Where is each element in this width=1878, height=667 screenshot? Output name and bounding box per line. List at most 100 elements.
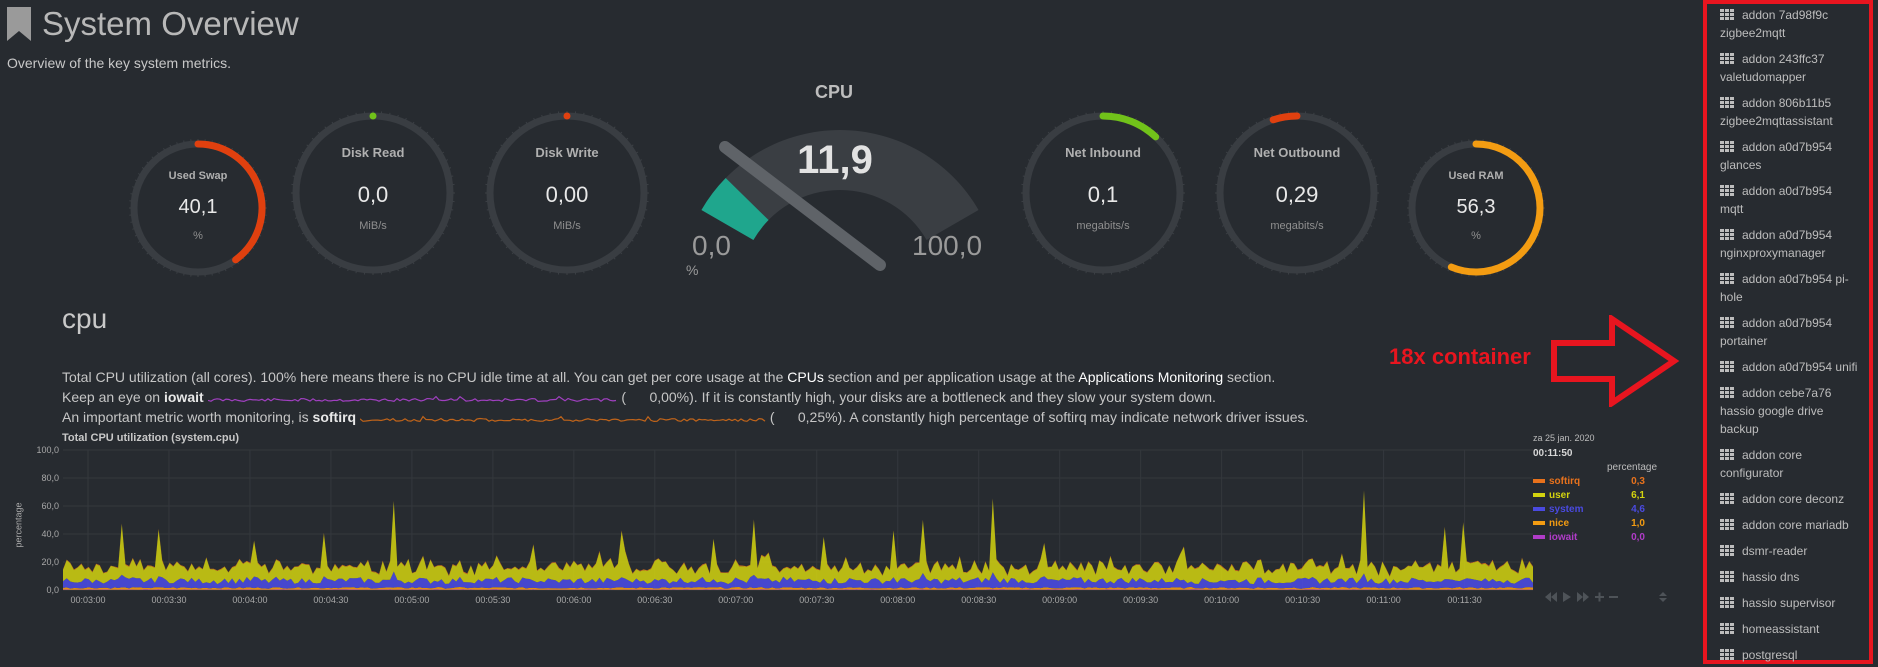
disk_read-tick [311,137,314,140]
disk_write-tick [533,117,535,121]
net_out-tick [1255,121,1258,124]
container-name-cont: mqtt [1720,202,1744,216]
disk_write-tick [613,257,616,260]
disk_read-tick [437,239,440,242]
grid-icon [1720,649,1734,660]
container-item[interactable]: addon core deconz [1720,490,1870,508]
x-tick-label: 00:10:30 [1285,595,1320,605]
container-item[interactable]: addon 243ffc37 valetudomapper [1720,50,1870,86]
disk_read-tick [294,217,298,219]
container-item[interactable]: hassio dns [1720,568,1870,586]
disk_write-tick [511,252,514,255]
disk_write-tick [591,268,593,272]
cpu-gauge-max: 100,0 [912,230,983,261]
container-name: hassio supervisor [1742,596,1836,610]
cpus-link[interactable]: CPUs [787,369,824,385]
swap-tick [151,156,154,159]
play-icon[interactable] [1563,592,1571,602]
container-item[interactable]: addon a0d7b954 unifi [1720,358,1870,376]
disk_write-tick [606,121,609,124]
net_out-tick [1235,137,1238,140]
swap-tick [231,265,233,269]
net_in-tick [1178,217,1182,219]
swap-tick [218,271,220,274]
resize-handle-icon[interactable] [1659,598,1667,602]
container-item[interactable]: addon 806b11b5 zigbee2mqttassistant [1720,94,1870,130]
disk_read-ring-fill [369,112,377,120]
disk_write-tick [599,265,601,269]
net_in-tick [1024,217,1028,219]
container-item[interactable]: addon 7ad98f9c zigbee2mqtt [1720,6,1870,42]
container-item[interactable]: hassio supervisor [1720,594,1870,612]
container-item[interactable]: addon a0d7b954 glances [1720,138,1870,174]
annotation-arrow-icon [1551,315,1680,407]
legend-item-iowait[interactable]: iowait 0,0 [1533,532,1645,543]
x-tick-label: 00:05:30 [475,595,510,605]
container-item[interactable]: addon a0d7b954 mqtt [1720,182,1870,218]
legend-swatch [1533,493,1545,498]
container-item[interactable]: postgresql [1720,646,1870,664]
net_out-tick [1343,257,1346,260]
used-ram-gauge[interactable]: Used RAM 56,3 % [1406,138,1546,278]
swap-tick [157,261,160,265]
container-item[interactable]: homeassistant [1720,620,1870,638]
net_in-tick [1077,268,1079,272]
zoom-out-icon[interactable] [1609,596,1618,598]
container-name: addon core mariadb [1742,518,1849,532]
desc-text: section and per application usage at the [823,369,1079,385]
pan-right-icon[interactable] [1583,592,1589,602]
legend-item-system[interactable]: system 4,6 [1533,504,1645,515]
chart-toolbar [1545,592,1667,602]
net_out-tick [1225,232,1228,235]
pan-right-icon[interactable] [1577,592,1583,602]
container-name-cont: backup [1720,422,1759,436]
disk_write-tick [626,246,629,249]
disk-write-gauge[interactable]: Disk Write 0,00 MiB/s [484,110,650,276]
zoom-in-icon[interactable] [1598,592,1601,602]
net-outbound-title: Net Outbound [1253,145,1341,160]
disk_read-tick [339,265,341,269]
y-tick-label: 60,0 [41,501,59,511]
net_out-tick [1241,131,1244,134]
container-item[interactable]: addon a0d7b954 nginxproxymanager [1720,226,1870,262]
disk_read-tick [397,114,399,118]
container-item[interactable]: addon a0d7b954 portainer [1720,314,1870,350]
disk-read-unit: MiB/s [359,220,387,232]
softirq-sparkline [359,415,766,423]
applications-monitoring-link[interactable]: Applications Monitoring [1078,369,1223,385]
resize-handle-icon[interactable] [1659,592,1667,596]
cpu-chart[interactable]: 100,0 80,0 60,0 40,0 20,0 0,0 00:03:00 00:03:30… [18,440,1538,610]
container-item[interactable]: addon a0d7b954 pi-hole [1720,270,1870,306]
net_in-tick [1047,252,1050,255]
disk_write-tick [505,137,508,140]
net_out-tick [1343,126,1346,129]
container-item[interactable]: dsmr-reader [1720,542,1870,560]
net_in-tick [1069,265,1071,269]
ram-tick [1419,167,1423,170]
used-swap-gauge[interactable]: Used Swap 40,1 % [128,138,268,278]
container-item[interactable]: addon core configurator [1720,446,1870,482]
net_out-tick [1361,239,1364,242]
disk_read-tick [339,117,341,121]
cpu-gauge-unit: % [686,262,699,278]
ram-tick [1441,265,1443,269]
legend-item-nice[interactable]: nice 1,0 [1533,518,1645,529]
net-outbound-gauge[interactable]: Net Outbound 0,29 megabits/s [1214,110,1380,276]
disk_write-tick [541,268,543,272]
pan-left-icon[interactable] [1551,592,1557,602]
container-item[interactable]: addon cebe7a76 hassio google drive backup [1720,384,1870,438]
disk-read-gauge[interactable]: Disk Read 0,0 MiB/s [290,110,456,276]
pan-left-icon[interactable] [1545,592,1551,602]
legend-swatch [1533,535,1545,540]
net-inbound-gauge[interactable]: Net Inbound 0,1 megabits/s [1020,110,1186,276]
legend-item-softirq[interactable]: softirq 0,3 [1533,476,1645,487]
x-tick-label: 00:07:30 [799,595,834,605]
x-tick-label: 00:03:00 [70,595,105,605]
container-item[interactable]: addon core mariadb [1720,516,1870,534]
net_in-ring-fill [1099,112,1160,141]
legend-item-user[interactable]: user 6,1 [1533,490,1645,501]
disk_read-tick [426,131,429,134]
legend-value: 6,1 [1631,490,1645,501]
disk_read-tick [324,257,327,260]
chart-date: za 25 jan. 2020 [1533,433,1595,443]
